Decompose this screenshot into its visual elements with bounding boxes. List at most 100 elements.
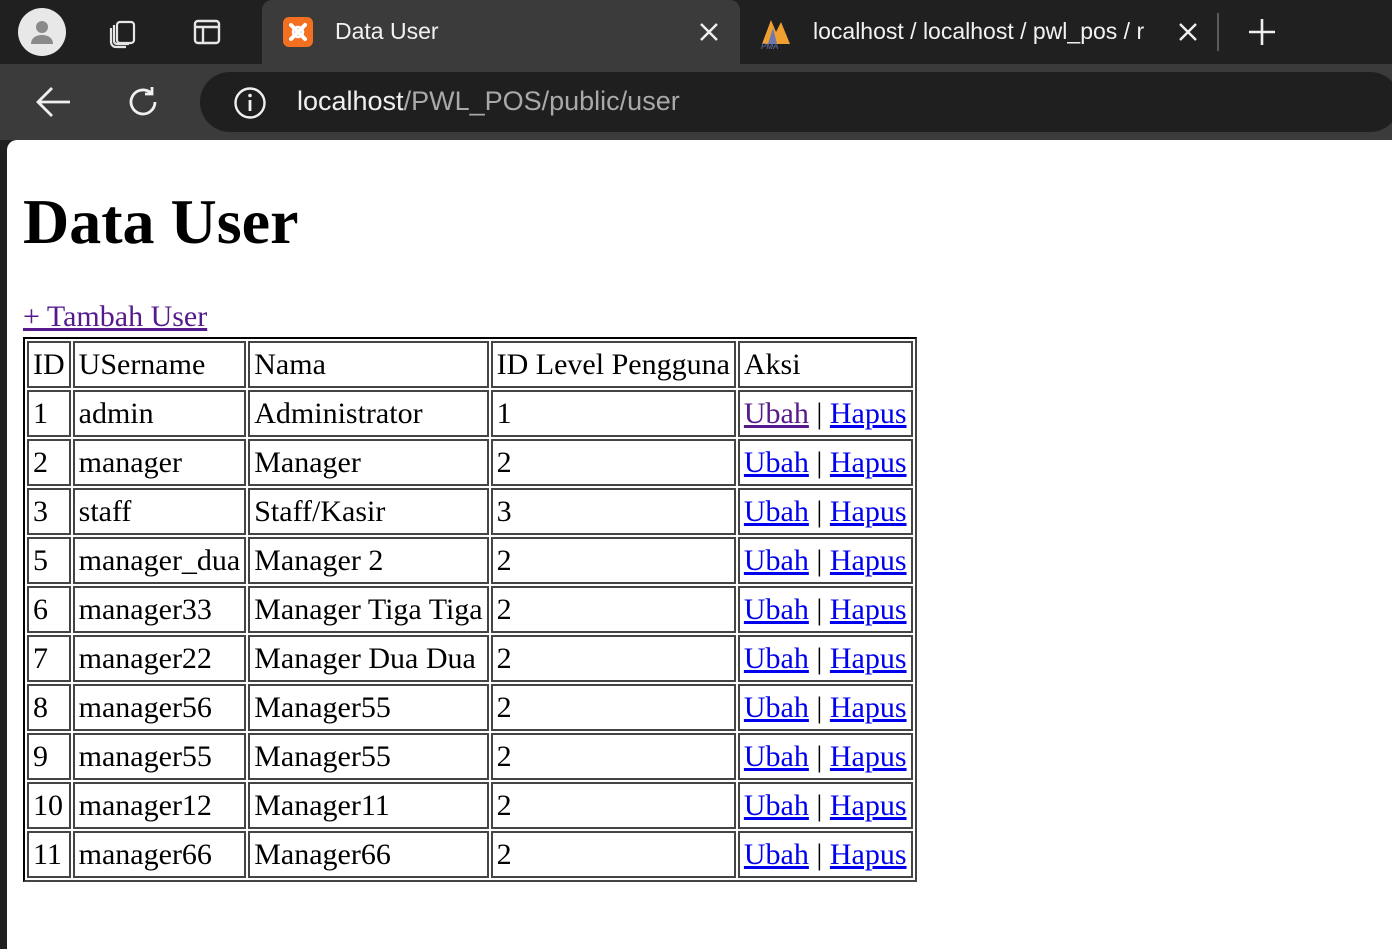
address-bar[interactable]: localhost/PWL_POS/public/user bbox=[200, 72, 1392, 132]
close-tab-icon[interactable] bbox=[1175, 19, 1201, 45]
column-header-username: USername bbox=[72, 341, 247, 388]
table-row: 10 manager12 Manager11 2 Ubah | Hapus bbox=[27, 782, 913, 829]
column-header-aksi: Aksi bbox=[737, 341, 913, 388]
cell-level: 2 bbox=[490, 733, 736, 780]
action-separator: | bbox=[816, 592, 823, 626]
table-row: 11 manager66 Manager66 2 Ubah | Hapus bbox=[27, 831, 913, 878]
cell-level: 2 bbox=[490, 537, 736, 584]
cell-id: 9 bbox=[27, 733, 71, 780]
svg-text:PMA: PMA bbox=[761, 42, 778, 50]
column-header-nama: Nama bbox=[248, 341, 489, 388]
cell-aksi: Ubah | Hapus bbox=[737, 782, 913, 829]
cell-nama: Manager11 bbox=[248, 782, 489, 829]
cell-nama: Manager Dua Dua bbox=[248, 635, 489, 682]
table-row: 9 manager55 Manager55 2 Ubah | Hapus bbox=[27, 733, 913, 780]
tab-phpmyadmin[interactable]: PMA localhost / localhost / pwl_pos / r bbox=[748, 0, 1213, 64]
cell-aksi: Ubah | Hapus bbox=[737, 733, 913, 780]
cell-aksi: Ubah | Hapus bbox=[737, 537, 913, 584]
column-header-level: ID Level Pengguna bbox=[490, 341, 736, 388]
cell-nama: Staff/Kasir bbox=[248, 488, 489, 535]
cell-aksi: Ubah | Hapus bbox=[737, 684, 913, 731]
cell-username: manager33 bbox=[72, 586, 247, 633]
cell-username: manager56 bbox=[72, 684, 247, 731]
edit-link[interactable]: Ubah bbox=[744, 397, 809, 430]
cell-id: 1 bbox=[27, 390, 71, 437]
cell-id: 2 bbox=[27, 439, 71, 486]
phpmyadmin-icon: PMA bbox=[758, 16, 790, 51]
cell-aksi: Ubah | Hapus bbox=[737, 390, 913, 437]
delete-link[interactable]: Hapus bbox=[830, 593, 907, 626]
cell-id: 8 bbox=[27, 684, 71, 731]
table-row: 7 manager22 Manager Dua Dua 2 Ubah | Hapus bbox=[27, 635, 913, 682]
cell-username: manager12 bbox=[72, 782, 247, 829]
table-row: 3 staff Staff/Kasir 3 Ubah | Hapus bbox=[27, 488, 913, 535]
delete-link[interactable]: Hapus bbox=[830, 691, 907, 724]
cell-aksi: Ubah | Hapus bbox=[737, 586, 913, 633]
delete-link[interactable]: Hapus bbox=[830, 740, 907, 773]
delete-link[interactable]: Hapus bbox=[830, 789, 907, 822]
cell-username: manager bbox=[72, 439, 247, 486]
profile-button[interactable] bbox=[18, 8, 66, 56]
cell-username: manager22 bbox=[72, 635, 247, 682]
back-arrow-icon[interactable] bbox=[30, 78, 78, 126]
action-separator: | bbox=[816, 641, 823, 675]
action-separator: | bbox=[816, 445, 823, 479]
new-tab-icon[interactable] bbox=[1240, 10, 1284, 54]
delete-link[interactable]: Hapus bbox=[830, 495, 907, 528]
action-separator: | bbox=[816, 739, 823, 773]
edit-link[interactable]: Ubah bbox=[744, 838, 809, 871]
workspaces-icon[interactable] bbox=[99, 8, 147, 56]
cell-nama: Manager66 bbox=[248, 831, 489, 878]
tab-title: Data User bbox=[335, 18, 439, 44]
xampp-icon bbox=[282, 16, 314, 48]
cell-level: 2 bbox=[490, 782, 736, 829]
column-header-id: ID bbox=[27, 341, 71, 388]
url-text[interactable]: localhost/PWL_POS/public/user bbox=[297, 86, 680, 117]
edit-link[interactable]: Ubah bbox=[744, 642, 809, 675]
cell-username: staff bbox=[72, 488, 247, 535]
cell-id: 3 bbox=[27, 488, 71, 535]
site-info-icon[interactable] bbox=[233, 86, 267, 120]
add-user-link[interactable]: + Tambah User bbox=[23, 300, 207, 334]
edit-link[interactable]: Ubah bbox=[744, 446, 809, 479]
cell-id: 5 bbox=[27, 537, 71, 584]
cell-level: 2 bbox=[490, 439, 736, 486]
table-header-row: ID USername Nama ID Level Pengguna Aksi bbox=[27, 341, 913, 388]
table-row: 2 manager Manager 2 Ubah | Hapus bbox=[27, 439, 913, 486]
action-separator: | bbox=[816, 543, 823, 577]
edit-link[interactable]: Ubah bbox=[744, 495, 809, 528]
edit-link[interactable]: Ubah bbox=[744, 544, 809, 577]
edit-link[interactable]: Ubah bbox=[744, 593, 809, 626]
cell-aksi: Ubah | Hapus bbox=[737, 488, 913, 535]
reload-icon[interactable] bbox=[119, 78, 167, 126]
user-table: ID USername Nama ID Level Pengguna Aksi … bbox=[23, 337, 917, 882]
edit-link[interactable]: Ubah bbox=[744, 740, 809, 773]
tab-strip: Data User PMA localhost / localhost / pw… bbox=[0, 0, 1392, 64]
avatar-icon bbox=[18, 8, 66, 56]
cell-level: 2 bbox=[490, 635, 736, 682]
url-host: localhost bbox=[297, 86, 404, 116]
url-path: /PWL_POS/public/user bbox=[403, 86, 680, 116]
edit-link[interactable]: Ubah bbox=[744, 691, 809, 724]
tab-data-user[interactable]: Data User bbox=[262, 0, 740, 64]
delete-link[interactable]: Hapus bbox=[830, 397, 907, 430]
table-row: 6 manager33 Manager Tiga Tiga 2 Ubah | Hapus bbox=[27, 586, 913, 633]
delete-link[interactable]: Hapus bbox=[830, 642, 907, 675]
action-separator: | bbox=[816, 690, 823, 724]
page-title: Data User bbox=[23, 186, 299, 257]
delete-link[interactable]: Hapus bbox=[830, 838, 907, 871]
cell-username: manager_dua bbox=[72, 537, 247, 584]
action-separator: | bbox=[816, 837, 823, 871]
delete-link[interactable]: Hapus bbox=[830, 446, 907, 479]
cell-nama: Manager55 bbox=[248, 684, 489, 731]
close-tab-icon[interactable] bbox=[696, 19, 722, 45]
cell-id: 11 bbox=[27, 831, 71, 878]
vertical-tabs-icon[interactable] bbox=[183, 8, 231, 56]
edit-link[interactable]: Ubah bbox=[744, 789, 809, 822]
delete-link[interactable]: Hapus bbox=[830, 544, 907, 577]
cell-aksi: Ubah | Hapus bbox=[737, 439, 913, 486]
cell-id: 10 bbox=[27, 782, 71, 829]
cell-aksi: Ubah | Hapus bbox=[737, 635, 913, 682]
page-content: Data User + Tambah User ID USername Nama… bbox=[7, 140, 1392, 949]
cell-level: 1 bbox=[490, 390, 736, 437]
